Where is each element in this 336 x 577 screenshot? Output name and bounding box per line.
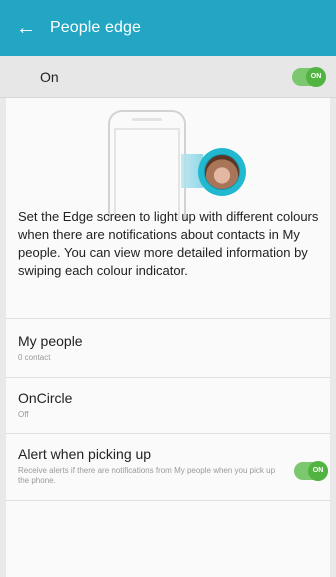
oncircle-status: Off [18, 410, 29, 419]
toggle-knob: ON [308, 461, 328, 481]
my-people-item[interactable]: My people 0 contact [18, 333, 328, 363]
alert-when-picking-up-item[interactable]: Alert when picking up Receive alerts if … [18, 446, 328, 486]
description-text: Set the Edge screen to light up with dif… [18, 209, 319, 278]
phone-icon [108, 110, 186, 220]
divider [6, 500, 330, 501]
alert-toggle[interactable]: ON [294, 461, 328, 481]
page-title: People edge [50, 19, 141, 36]
toggle-knob: ON [306, 66, 326, 87]
master-switch-row[interactable]: On ON [0, 56, 336, 98]
phone-screen [114, 128, 180, 220]
oncircle-item[interactable]: OnCircle Off [18, 390, 328, 420]
my-people-count: 0 contact [18, 353, 51, 362]
divider [6, 318, 330, 319]
alert-text-block: Alert when picking up Receive alerts if … [18, 446, 288, 486]
alert-description: Receive alerts if there are notification… [18, 466, 276, 485]
divider [6, 433, 330, 434]
alert-toggle-wrap: ON [294, 461, 328, 485]
master-toggle[interactable]: ON [292, 66, 326, 87]
phone-speaker [132, 118, 162, 121]
avatar-face [204, 154, 240, 190]
arrow-left-icon: ← [16, 17, 36, 39]
master-switch-label: On [40, 68, 59, 85]
divider [6, 377, 330, 378]
oncircle-title: OnCircle [18, 390, 73, 406]
contact-avatar [198, 148, 246, 196]
people-edge-illustration [0, 98, 336, 220]
back-button[interactable]: ← [14, 16, 38, 40]
my-people-title: My people [18, 333, 83, 349]
alert-title: Alert when picking up [18, 446, 152, 462]
app-bar: ← People edge [0, 0, 336, 56]
